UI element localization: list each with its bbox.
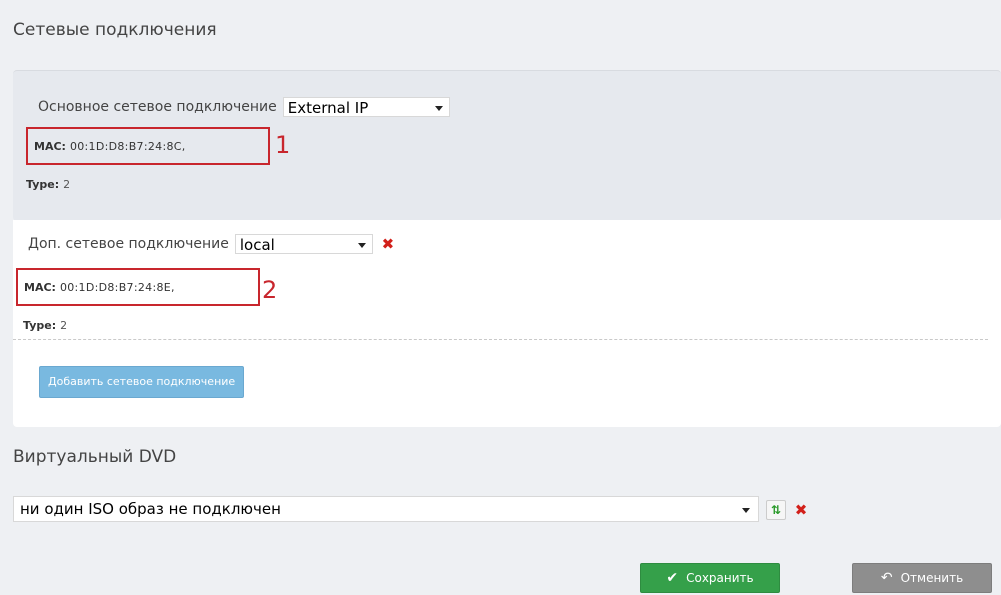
primary-connection-label: Основное сетевое подключение: [38, 99, 277, 115]
network-section-title: Сетевые подключения: [13, 20, 217, 40]
undo-icon: ↶: [880, 570, 893, 586]
secondary-connection-panel: Доп. сетевое подключение local ✖ MAC: 00…: [13, 220, 1001, 427]
primary-type-value: 2: [63, 178, 71, 191]
check-icon: ✔: [666, 570, 679, 586]
secondary-mac-label: MAC:: [24, 280, 56, 294]
primary-type-line: Type: 2: [26, 178, 70, 191]
secondary-connection-row: Доп. сетевое подключение local ✖: [28, 234, 397, 254]
primary-marker: 1: [275, 131, 291, 159]
dvd-iso-value: ни один ISO образ не подключен: [20, 500, 281, 518]
dvd-select-wrap: ни один ISO образ не подключен: [13, 496, 759, 522]
chevron-down-icon: [357, 243, 366, 248]
secondary-marker: 2: [262, 276, 278, 304]
primary-mac-box: MAC: 00:1D:D8:B7:24:8C,: [26, 127, 270, 165]
secondary-type-line: Type: 2: [23, 319, 67, 332]
secondary-connection-value: local: [239, 236, 275, 254]
dvd-iso-select[interactable]: ни один ISO образ не подключен: [13, 496, 759, 522]
secondary-connection-select[interactable]: local: [234, 234, 373, 254]
cancel-button[interactable]: ↶ Отменить: [852, 563, 992, 593]
secondary-type-value: 2: [60, 319, 68, 332]
dvd-section-title: Виртуальный DVD: [13, 447, 177, 467]
chevron-down-icon: [742, 508, 750, 513]
primary-mac-label: MAC:: [34, 139, 66, 153]
cancel-label: Отменить: [900, 571, 964, 585]
secondary-type-label: Type:: [23, 319, 57, 332]
chevron-down-icon: [434, 106, 443, 111]
unmount-x-icon[interactable]: ✖: [792, 501, 810, 519]
add-connection-button[interactable]: Добавить сетевое подключение: [39, 366, 245, 398]
primary-connection-select[interactable]: External IP: [282, 97, 450, 117]
save-label: Сохранить: [686, 571, 754, 585]
primary-connection-panel: Основное сетевое подключение External IP…: [13, 70, 1001, 221]
save-button[interactable]: ✔ Сохранить: [640, 563, 780, 593]
secondary-mac-box: MAC: 00:1D:D8:B7:24:8E,: [16, 268, 260, 306]
primary-mac-value: 00:1D:D8:B7:24:8C,: [69, 139, 186, 153]
primary-connection-row: Основное сетевое подключение External IP: [38, 97, 450, 117]
primary-type-label: Type:: [26, 178, 60, 191]
delete-connection-x-icon[interactable]: ✖: [379, 235, 397, 253]
refresh-icon[interactable]: ⇅: [766, 500, 786, 520]
divider: [13, 339, 988, 340]
dvd-actions: ⇅ ✖: [760, 500, 810, 520]
page: Сетевые подключения Основное сетевое под…: [0, 0, 1001, 595]
primary-connection-value: External IP: [287, 99, 369, 117]
secondary-mac-value: 00:1D:D8:B7:24:8E,: [59, 280, 175, 294]
secondary-connection-label: Доп. сетевое подключение: [28, 236, 229, 252]
